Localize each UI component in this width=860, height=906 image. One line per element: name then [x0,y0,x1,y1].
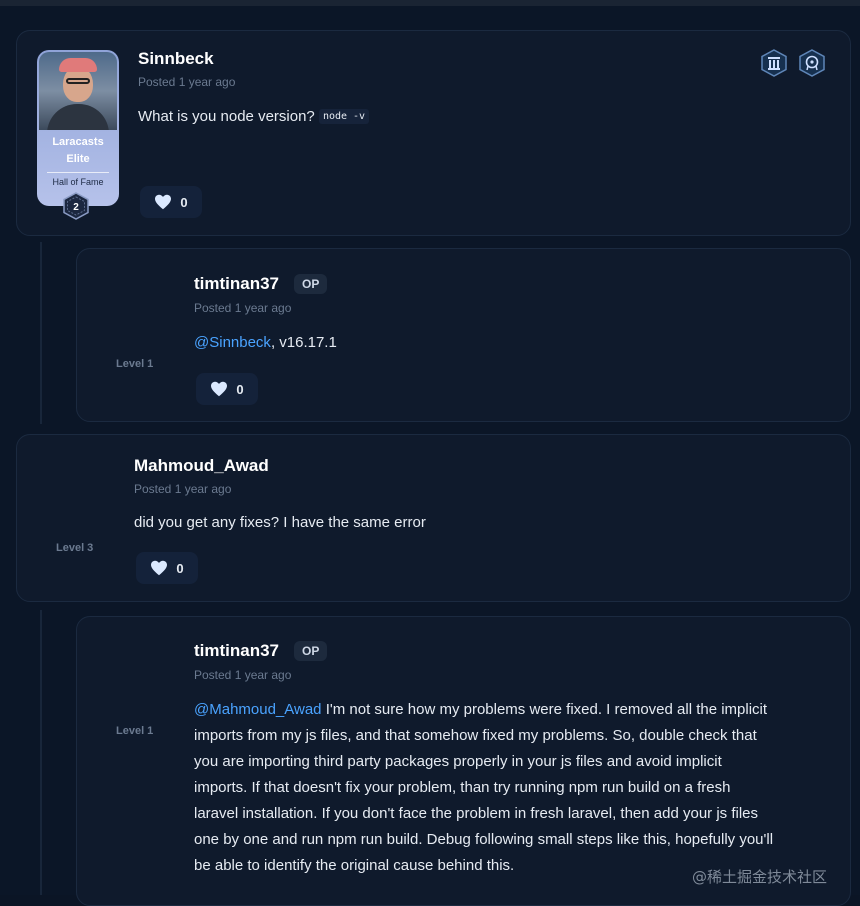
post-body: What is you node version? node -v [138,104,370,130]
watermark: @稀土掘金技术社区 [692,868,828,886]
like-count: 0 [180,194,188,210]
post-timestamp[interactable]: Posted 1 year ago [134,482,231,496]
user-mention-link[interactable]: @Sinnbeck [194,334,271,351]
post-body: @Sinnbeck, v16.17.1 [194,330,337,356]
heart-icon [155,194,172,210]
forum-thread: Laracasts Elite Hall of Fame 2 Sinnbeck … [0,6,860,906]
post-timestamp[interactable]: Posted 1 year ago [194,301,291,315]
like-count: 0 [236,381,244,397]
hall-of-fame-label: Hall of Fame [52,177,104,187]
post-body-line: @Mahmoud_Awad I'm not sure how my proble… [194,701,768,718]
post-body-text: , v16.17.1 [270,334,337,351]
thread-connector [40,242,42,424]
like-button[interactable]: 0 [140,186,202,218]
post-body-line: imports. If that doesn't fix your proble… [194,779,731,796]
post-author[interactable]: Sinnbeck [138,49,214,69]
elite-line1: Laracasts [52,136,104,148]
post-body: did you get any fixes? I have the same e… [134,514,426,531]
level-label: Level 1 [116,358,154,370]
brain-badge-icon[interactable] [798,49,826,77]
svg-text:2: 2 [73,202,79,213]
op-badge: OP [294,641,328,661]
op-badge: OP [294,274,328,294]
post-author[interactable]: timtinan37 [194,641,279,661]
elite-line2: Elite [66,153,90,165]
elite-avatar-card[interactable]: Laracasts Elite Hall of Fame [37,50,119,206]
level-label: Level 3 [56,542,94,554]
user-avatar [39,52,117,130]
thread-connector [40,610,42,895]
reply-card-timtinan37 [76,248,851,422]
post-body-line: you are importing third party packages p… [194,753,722,770]
post-body-line: one by one and run npm run build. Debug … [194,831,774,848]
heart-icon [211,381,228,397]
heart-icon [151,560,168,576]
post-body-line: laravel installation. If you don't face … [194,805,759,822]
like-button[interactable]: 0 [136,552,198,584]
post-body: @Mahmoud_Awad I'm not sure how my proble… [194,697,834,879]
user-mention-link[interactable]: @Mahmoud_Awad [194,701,322,718]
level-label: Level 1 [116,725,154,737]
post-author[interactable]: timtinan37 [194,274,279,294]
like-count: 0 [176,560,184,576]
post-body-text: What is you node version? [138,108,315,125]
like-button[interactable]: 0 [196,373,258,405]
post-author[interactable]: Mahmoud_Awad [134,456,269,476]
post-body-line: imports from my js files, and that someh… [194,727,757,744]
post-timestamp[interactable]: Posted 1 year ago [194,668,291,682]
post-timestamp[interactable]: Posted 1 year ago [138,75,235,89]
level-hexagon-icon: 2 [63,192,89,220]
inline-code: node -v [318,109,370,125]
pillar-badge-icon[interactable] [760,49,788,77]
